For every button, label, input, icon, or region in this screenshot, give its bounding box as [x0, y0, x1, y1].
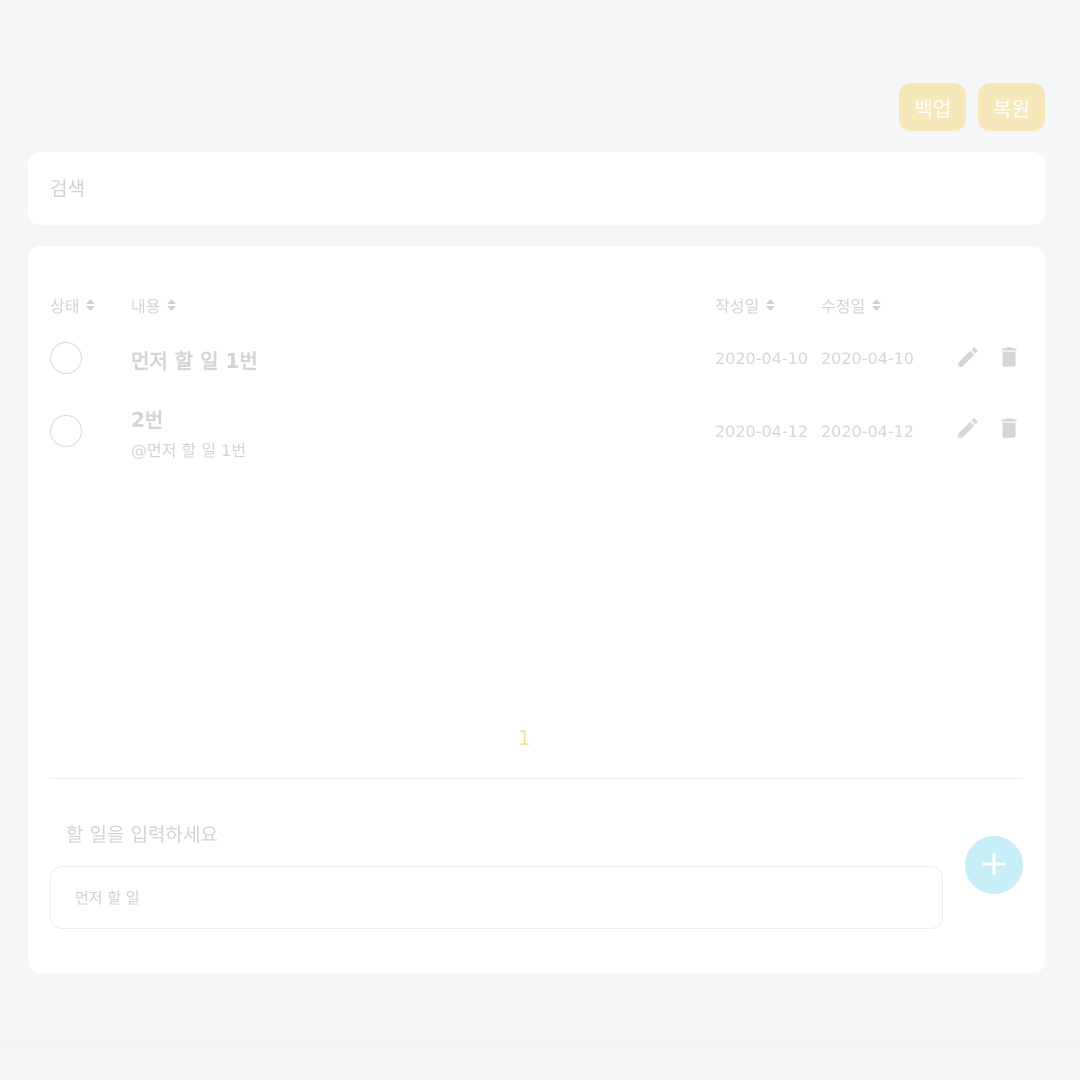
header-content-label: 내용: [131, 297, 161, 316]
trash-icon[interactable]: [996, 415, 1022, 441]
modified-date: 2020-04-12: [821, 422, 914, 441]
header-created[interactable]: 작성일: [715, 293, 776, 317]
created-date: 2020-04-10: [715, 349, 808, 368]
search-input[interactable]: [50, 152, 1020, 225]
pagination-page[interactable]: 1: [518, 726, 531, 750]
status-checkbox[interactable]: [50, 342, 82, 374]
header-content[interactable]: 내용: [131, 293, 177, 317]
header-status[interactable]: 상태: [50, 293, 96, 317]
todo-app: 백업 복원 상태 내용 작성일 수정일: [0, 0, 1080, 1080]
sort-icon[interactable]: [765, 298, 776, 312]
trash-icon[interactable]: [996, 344, 1022, 370]
reference-chip: 먼저 할 일: [75, 889, 140, 907]
header-created-label: 작성일: [715, 297, 760, 316]
todo-input[interactable]: [66, 818, 906, 852]
pencil-icon[interactable]: [955, 344, 981, 370]
header-modified[interactable]: 수정일: [821, 293, 882, 317]
plus-icon: [981, 851, 1007, 880]
status-checkbox[interactable]: [50, 415, 82, 447]
sort-icon[interactable]: [871, 298, 882, 312]
header-modified-label: 수정일: [821, 297, 866, 316]
todo-list-card: 상태 내용 작성일 수정일 먼저 할 일 1번 2020-04-10 2020-…: [28, 246, 1045, 973]
backup-button[interactable]: 백업: [899, 83, 967, 131]
reference-field[interactable]: 먼저 할 일: [50, 866, 943, 929]
todo-title: 먼저 할 일 1번: [131, 349, 258, 373]
header-status-label: 상태: [50, 297, 80, 316]
restore-button[interactable]: 복원: [978, 83, 1045, 131]
modified-date: 2020-04-10: [821, 349, 914, 368]
todo-reference: @먼저 할 일 1번: [131, 441, 247, 460]
search-card: [28, 152, 1045, 225]
created-date: 2020-04-12: [715, 422, 808, 441]
footer-divider: [0, 1044, 1080, 1046]
todo-title: 2번: [131, 408, 164, 432]
pencil-icon[interactable]: [955, 415, 981, 441]
top-actions: 백업 복원: [899, 83, 1045, 131]
sort-icon[interactable]: [85, 298, 96, 312]
divider: [50, 778, 1023, 779]
add-todo-button[interactable]: [965, 836, 1023, 894]
sort-icon[interactable]: [166, 298, 177, 312]
